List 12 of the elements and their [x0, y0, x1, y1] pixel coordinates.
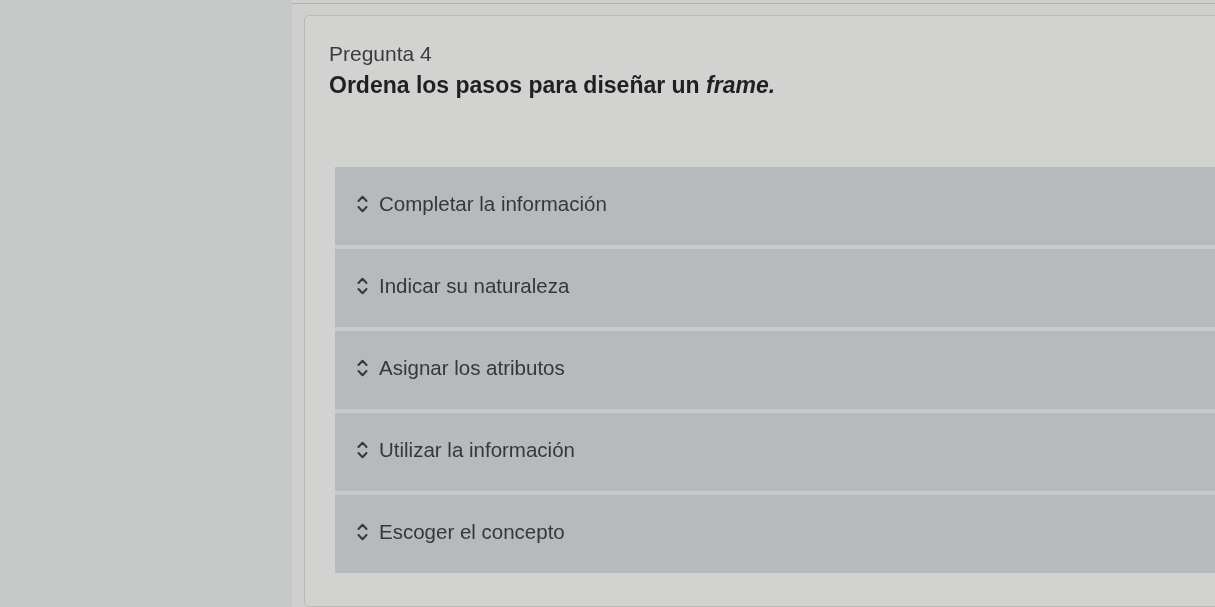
sortable-item[interactable]: Completar la información [335, 167, 1215, 245]
question-text: Ordena los pasos para diseñar un frame. [329, 72, 776, 99]
question-number: Pregunta 4 [329, 42, 432, 66]
up-down-chevron-icon [357, 359, 368, 377]
up-down-chevron-icon [357, 523, 368, 541]
sortable-item[interactable]: Utilizar la información [335, 413, 1215, 491]
up-down-chevron-icon [357, 441, 368, 459]
sortable-item[interactable]: Escoger el concepto [335, 495, 1215, 573]
up-down-chevron-icon [357, 277, 368, 295]
up-down-chevron-icon [357, 195, 368, 213]
sortable-item[interactable]: Asignar los atributos [335, 331, 1215, 409]
sortable-item[interactable]: Indicar su naturaleza [335, 249, 1215, 327]
